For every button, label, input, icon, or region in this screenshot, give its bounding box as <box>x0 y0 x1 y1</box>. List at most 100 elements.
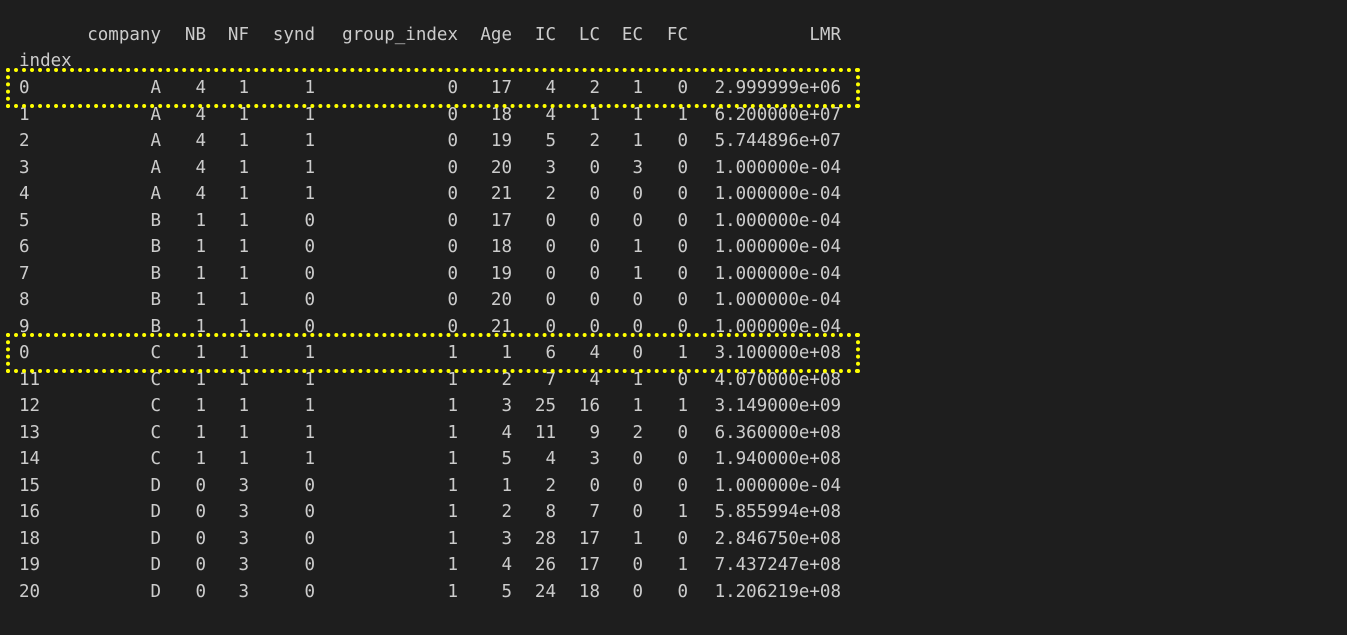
cell-ec: 1 <box>632 237 643 257</box>
cell-lmr: 1.000000e-04 <box>714 184 841 204</box>
cell-lmr: 1.940000e+08 <box>714 449 841 469</box>
cell-ec: 0 <box>632 290 643 310</box>
cell-nb: 1 <box>195 396 206 416</box>
cell-lmr: 1.206219e+08 <box>714 581 841 602</box>
cell-ec: 1 <box>632 528 643 549</box>
cell-synd: 1 <box>304 396 315 416</box>
cell-lmr: 3.149000e+09 <box>714 396 841 416</box>
column-header-group-index: group_index <box>342 25 458 45</box>
cell-fc: 0 <box>677 184 688 204</box>
cell-nf: 1 <box>238 396 249 416</box>
cell-fc: 0 <box>677 237 688 257</box>
cell-fc: 0 <box>677 210 688 231</box>
column-header-ec: EC <box>621 25 643 45</box>
cell-group-index: 1 <box>447 528 458 549</box>
cell-nb: 1 <box>195 449 206 469</box>
cell-ic: 0 <box>545 210 556 231</box>
cell-ic: 2 <box>545 475 556 496</box>
cell-synd: 1 <box>304 131 315 151</box>
cell-nf: 1 <box>238 422 249 443</box>
cell-ec: 1 <box>632 263 643 284</box>
cell-nb: 1 <box>195 290 206 310</box>
cell-ic: 0 <box>545 263 556 284</box>
table-row: 15 D 0 3 0 1 1 2 0 0 0 1.000000e-04 <box>0 473 1347 499</box>
cell-lc: 17 <box>578 555 600 575</box>
cell-lmr: 1.000000e-04 <box>714 475 841 496</box>
cell-synd: 1 <box>304 184 315 204</box>
cell-index: 18 <box>19 528 41 549</box>
cell-group-index: 1 <box>447 396 458 416</box>
cell-company: B <box>150 237 161 257</box>
cell-synd: 0 <box>304 528 315 549</box>
cell-ic: 4 <box>545 449 556 469</box>
cell-ic: 3 <box>545 157 556 178</box>
cell-company: A <box>150 131 161 151</box>
cell-ic: 0 <box>545 237 556 257</box>
cell-index: 15 <box>19 475 41 496</box>
cell-nb: 4 <box>195 157 206 178</box>
cell-synd: 0 <box>304 237 315 257</box>
cell-age: 5 <box>501 449 512 469</box>
cell-nf: 1 <box>238 290 249 310</box>
cell-synd: 1 <box>304 157 315 178</box>
cell-nf: 3 <box>238 502 249 522</box>
cell-nb: 1 <box>195 422 206 443</box>
column-header-fc: FC <box>666 25 688 45</box>
cell-ic: 25 <box>534 396 556 416</box>
column-header-ic: IC <box>534 25 556 45</box>
cell-ic: 0 <box>545 290 556 310</box>
cell-group-index: 1 <box>447 502 458 522</box>
cell-nf: 1 <box>238 157 249 178</box>
cell-synd: 0 <box>304 581 315 602</box>
cell-ec: 1 <box>632 396 643 416</box>
cell-ic: 28 <box>534 528 556 549</box>
column-header-nb: NB <box>184 25 206 45</box>
cell-group-index: 0 <box>447 263 458 284</box>
cell-ec: 0 <box>632 184 643 204</box>
cell-age: 4 <box>501 555 512 575</box>
cell-lc: 9 <box>589 422 600 443</box>
cell-ec: 1 <box>632 131 643 151</box>
cell-age: 20 <box>490 290 512 310</box>
cell-nf: 1 <box>238 184 249 204</box>
row-highlight-box <box>6 68 860 108</box>
cell-nf: 1 <box>238 263 249 284</box>
table-row: 16 D 0 3 0 1 2 8 7 0 1 5.855994e+08 <box>0 499 1347 525</box>
cell-index: 6 <box>19 237 30 257</box>
cell-company: C <box>150 422 161 443</box>
column-header-lmr: LMR <box>809 25 841 45</box>
table-row: 13 C 1 1 1 1 4 11 9 2 0 6.360000e+08 <box>0 420 1347 446</box>
table-row: 6 B 1 1 0 0 18 0 0 1 0 1.000000e-04 <box>0 234 1347 260</box>
cell-ic: 2 <box>545 184 556 204</box>
cell-nb: 0 <box>195 581 206 602</box>
table-row: 7 B 1 1 0 0 19 0 0 1 0 1.000000e-04 <box>0 261 1347 287</box>
table-row: 3 A 4 1 1 0 20 3 0 3 0 1.000000e-04 <box>0 155 1347 181</box>
cell-age: 18 <box>490 237 512 257</box>
cell-index: 19 <box>19 555 41 575</box>
cell-lc: 0 <box>589 263 600 284</box>
cell-fc: 0 <box>677 157 688 178</box>
cell-lc: 16 <box>578 396 600 416</box>
cell-group-index: 0 <box>447 157 458 178</box>
cell-index: 3 <box>19 157 30 178</box>
cell-company: C <box>150 449 161 469</box>
cell-age: 21 <box>490 184 512 204</box>
cell-lmr: 5.855994e+08 <box>714 502 841 522</box>
cell-lmr: 7.437247e+08 <box>714 555 841 575</box>
table-row: 8 B 1 1 0 0 20 0 0 0 0 1.000000e-04 <box>0 287 1347 313</box>
cell-index: 12 <box>19 396 41 416</box>
cell-age: 19 <box>490 131 512 151</box>
cell-company: B <box>150 210 161 231</box>
cell-company: B <box>150 263 161 284</box>
cell-group-index: 0 <box>447 237 458 257</box>
cell-lmr: 1.000000e-04 <box>714 157 841 178</box>
cell-lc: 0 <box>589 157 600 178</box>
cell-lc: 17 <box>578 528 600 549</box>
cell-nf: 3 <box>238 581 249 602</box>
cell-synd: 1 <box>304 449 315 469</box>
cell-ec: 0 <box>632 555 643 575</box>
column-header-lc: LC <box>578 25 600 45</box>
cell-age: 5 <box>501 581 512 602</box>
cell-fc: 0 <box>677 581 688 602</box>
cell-fc: 1 <box>677 502 688 522</box>
